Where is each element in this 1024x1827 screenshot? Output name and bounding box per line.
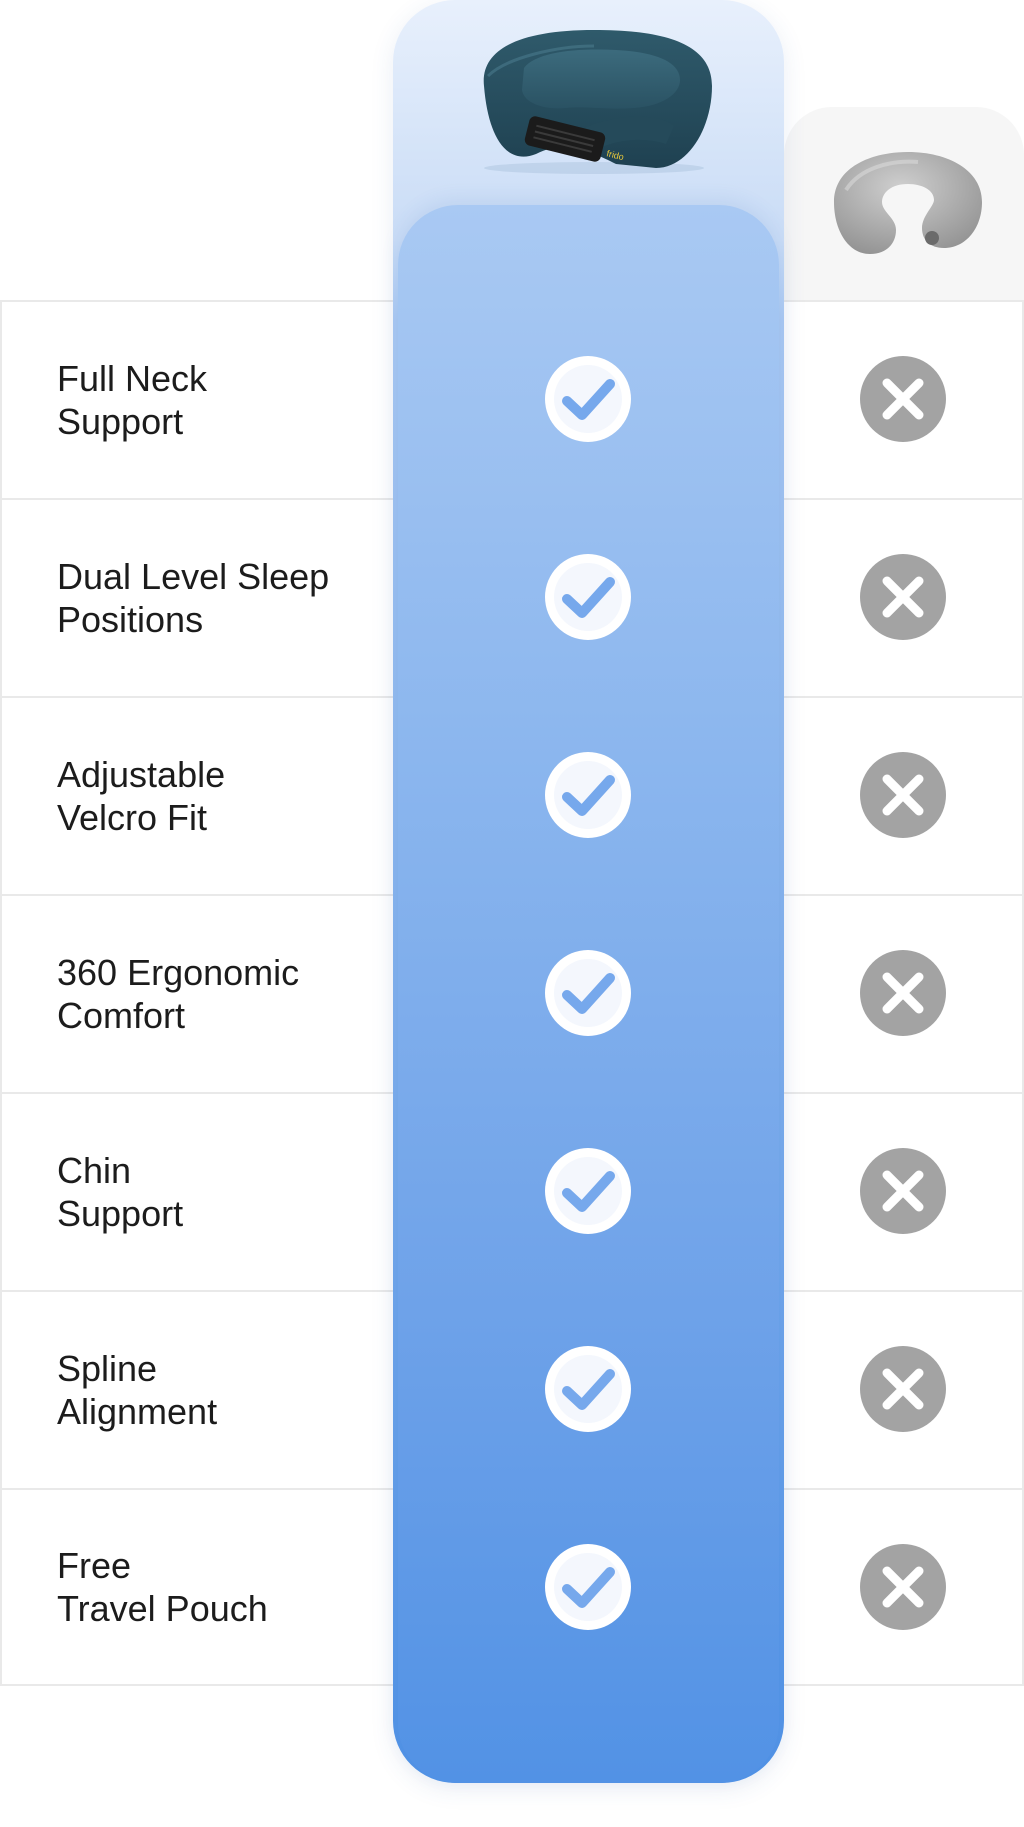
feature-label: Spline Alignment — [57, 1348, 218, 1432]
x-circle-icon — [860, 554, 946, 640]
check-circle-icon — [545, 554, 631, 640]
check-circle-icon — [545, 752, 631, 838]
x-circle-icon — [860, 356, 946, 442]
featured-product-column — [393, 0, 784, 1783]
x-circle-icon — [860, 950, 946, 1036]
check-circle-icon — [545, 356, 631, 442]
frido-travel-pillow-image: frido — [483, 30, 712, 174]
feature-label: Dual Level Sleep Positions — [57, 556, 330, 640]
check-circle-icon — [545, 1346, 631, 1432]
check-circle-icon — [545, 1544, 631, 1630]
feature-label: Adjustable Velcro Fit — [57, 754, 226, 838]
x-circle-icon — [860, 1346, 946, 1432]
feature-label: Free Travel Pouch — [57, 1545, 268, 1629]
x-circle-icon — [860, 1148, 946, 1234]
check-circle-icon — [545, 950, 631, 1036]
generic-u-pillow-image — [834, 152, 982, 254]
feature-label: Chin Support — [57, 1150, 184, 1234]
feature-label: 360 Ergonomic Comfort — [57, 952, 300, 1036]
feature-label: Full Neck Support — [57, 358, 208, 442]
x-circle-icon — [860, 1544, 946, 1630]
check-circle-icon — [545, 1148, 631, 1234]
x-circle-icon — [860, 752, 946, 838]
